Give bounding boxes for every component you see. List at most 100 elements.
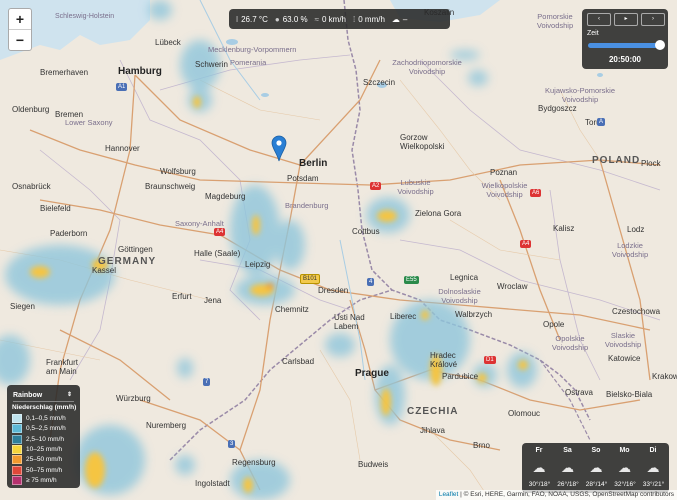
city-label: Osnabrück bbox=[12, 182, 51, 191]
city-label: Cottbus bbox=[352, 227, 380, 236]
city-label: Usti Nad Labem bbox=[334, 313, 365, 331]
forecast-day: Fr bbox=[535, 447, 543, 454]
city-label: Katowice bbox=[608, 354, 641, 363]
city-label: Hannover bbox=[105, 144, 140, 153]
city-label: Siegen bbox=[10, 302, 35, 311]
city-label: Kalisz bbox=[553, 224, 575, 233]
forecast-temperature: 33°/21° bbox=[642, 481, 665, 488]
city-label: Walbrzych bbox=[455, 310, 493, 319]
city-label: Nuremberg bbox=[146, 421, 187, 430]
region-label: Slaskie Voivodship bbox=[604, 331, 642, 349]
city-label: Szczecin bbox=[363, 78, 396, 87]
forecast-day: So bbox=[591, 447, 601, 454]
city-label: Lübeck bbox=[155, 38, 181, 47]
region-label: Schleswig-Holstein bbox=[55, 13, 115, 20]
city-label: Bielsko-Biala bbox=[606, 390, 653, 399]
forecast-temperature: 32°/16° bbox=[614, 481, 636, 488]
city-label: Ingolstadt bbox=[195, 479, 230, 488]
city-label: Czestochowa bbox=[612, 307, 661, 316]
city-label: Zielona Gora bbox=[415, 209, 462, 218]
current-time: 20:50:00 bbox=[608, 55, 642, 64]
country-label: CZECHIA bbox=[407, 406, 459, 417]
city-label: Budweis bbox=[358, 460, 389, 469]
city-label: Halle (Saale) bbox=[194, 249, 241, 258]
city-label: Brno bbox=[473, 441, 490, 450]
zoom-out-button[interactable]: − bbox=[9, 30, 31, 50]
city-label: Liberec bbox=[390, 312, 417, 321]
legend-swatch bbox=[12, 424, 22, 434]
city-label: Carlsbad bbox=[282, 357, 315, 366]
city-label: Schwerin bbox=[195, 60, 228, 69]
zoom-in-button[interactable]: + bbox=[9, 9, 31, 30]
legend-label: ≥ 75 mm/h bbox=[26, 476, 57, 484]
border-de-pl bbox=[343, 0, 393, 291]
legend-label: 10–25 mm/h bbox=[26, 445, 63, 453]
road-shield: E55 bbox=[404, 276, 419, 284]
map-canvas[interactable]: Hamburg Berlin Prague Schleswig-Holstein… bbox=[0, 0, 677, 500]
leaflet-link[interactable]: Leaflet bbox=[439, 491, 459, 498]
city-label: Krakow bbox=[652, 372, 677, 381]
city-label: Berlin bbox=[299, 158, 328, 169]
cloud-icon: ☁ bbox=[391, 14, 400, 24]
legend-swatch bbox=[12, 444, 22, 454]
legend-item: 0,1–0,5 mm/h bbox=[12, 414, 66, 423]
next-frame-button[interactable]: › bbox=[641, 13, 665, 26]
country-label: GERMANY bbox=[98, 256, 157, 267]
forecast-temperature: 28°/14° bbox=[585, 481, 608, 488]
cloud-value: – bbox=[402, 14, 408, 24]
palette-select-value: Rainbow bbox=[13, 392, 43, 399]
road-shield: 4 bbox=[367, 278, 375, 286]
road-network bbox=[29, 59, 661, 491]
legend-item: 0,5–2,5 mm/h bbox=[12, 424, 66, 434]
time-slider-handle[interactable] bbox=[655, 40, 665, 50]
palette-select[interactable]: Rainbow ⇕ bbox=[13, 390, 74, 402]
city-label: Opole bbox=[543, 320, 565, 329]
precipitation-legend: Rainbow ⇕ Niederschlag (mm/h) 0,1–0,5 mm… bbox=[7, 385, 80, 488]
legend-swatch bbox=[12, 455, 22, 465]
temperature-value: 26.7 °C bbox=[241, 14, 268, 24]
city-label: Paderborn bbox=[50, 229, 88, 238]
legend-item: 2,5–10 mm/h bbox=[12, 434, 64, 444]
time-title: Zeit bbox=[587, 30, 599, 37]
country-label: POLAND bbox=[592, 155, 641, 166]
road-shield: 7 bbox=[203, 378, 211, 386]
droplet-icon: ● bbox=[274, 14, 280, 24]
attribution-text: | © Esri, HERE, Garmin, FAO, NOAA, USGS,… bbox=[458, 491, 674, 498]
previous-frame-button[interactable]: ‹ bbox=[587, 13, 611, 26]
legend-item: ≥ 75 mm/h bbox=[12, 475, 57, 485]
city-label: Hamburg bbox=[118, 66, 162, 77]
city-label: Pardubice bbox=[442, 372, 479, 381]
city-label: Olomouc bbox=[508, 409, 541, 418]
road-shield: A1 bbox=[116, 83, 128, 91]
time-slider[interactable] bbox=[588, 40, 665, 50]
legend-item: 50–75 mm/h bbox=[12, 465, 62, 475]
legend-title: Niederschlag (mm/h) bbox=[12, 404, 77, 411]
region-label: Dolnoslaskie Voivodship bbox=[438, 287, 481, 305]
region-label: Mecklenburg-Vorpommern bbox=[208, 45, 297, 54]
current-weather-bar: ǀ 26.7 °C ● 63.0 % ≈ 0 km/h ⁞ 0 mm/h ☁ – bbox=[229, 9, 450, 29]
region-label: Lower Saxony bbox=[65, 118, 113, 127]
city-label: Jena bbox=[204, 296, 222, 305]
legend-swatch bbox=[12, 434, 22, 444]
road-shield: D1 bbox=[484, 356, 496, 364]
daily-forecast: Fr ☁ 30°/18° Sa ☁ 26°/18° So ☁ 28°/14° Mo ☁ 32°/16°… bbox=[522, 443, 669, 493]
region-label: Pomorskie Voivodship bbox=[536, 12, 574, 30]
legend-item: 10–25 mm/h bbox=[12, 444, 63, 454]
city-label: Leipzig bbox=[245, 260, 271, 269]
city-label: Ostrava bbox=[565, 388, 594, 397]
temperature-readout: ǀ 26.7 °C bbox=[236, 15, 268, 24]
rain-readout: ⁞ 0 mm/h bbox=[353, 15, 385, 24]
region-label: Zachodniopomorskie Voivodship bbox=[392, 58, 462, 76]
legend-swatch bbox=[12, 465, 22, 475]
city-label: Bielefeld bbox=[40, 204, 71, 213]
play-button[interactable]: ▸ bbox=[614, 13, 638, 26]
city-label: Lodz bbox=[627, 225, 645, 234]
cloud-readout: ☁ – bbox=[392, 15, 407, 24]
city-label: Braunschweig bbox=[145, 182, 196, 191]
humidity-readout: ● 63.0 % bbox=[275, 15, 308, 24]
road-shield: A4 bbox=[520, 240, 532, 248]
region-label: Lubuskie Voivodship bbox=[397, 178, 434, 196]
city-label: Bydgoszcz bbox=[538, 104, 577, 113]
forecast-temperature: 26°/18° bbox=[557, 481, 579, 488]
city-label: Legnica bbox=[450, 273, 479, 282]
